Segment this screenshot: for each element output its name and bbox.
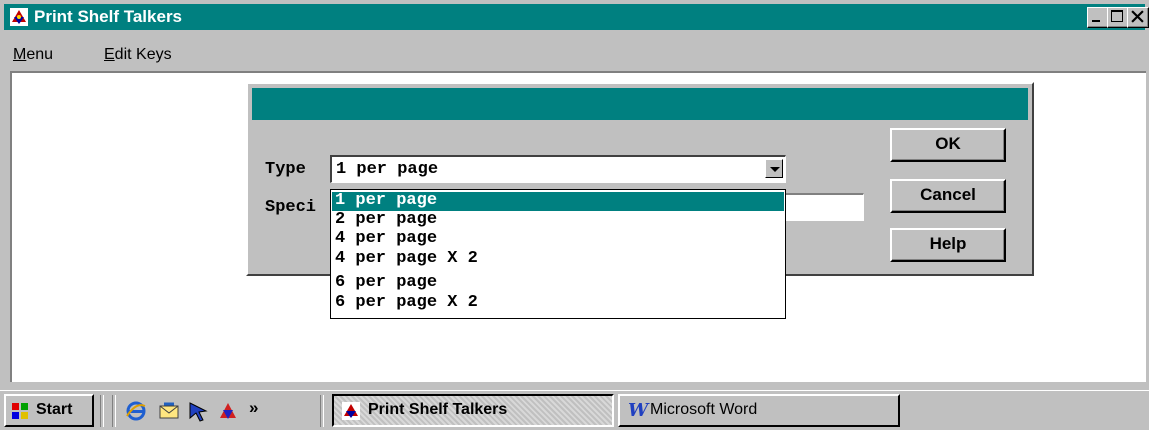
task-label: Print Shelf Talkers	[368, 401, 508, 418]
dropdown-option[interactable]: 4 per page X 2	[332, 250, 784, 269]
word-icon: W	[628, 400, 649, 421]
minimize-icon	[1092, 20, 1100, 22]
maximize-button[interactable]	[1107, 7, 1129, 28]
title-bar[interactable]: Print Shelf Talkers	[4, 4, 1149, 30]
outlook-icon[interactable]	[158, 400, 180, 422]
shelf-icon[interactable]	[217, 400, 239, 422]
ok-button[interactable]: OK	[890, 128, 1006, 162]
spec-input[interactable]	[780, 193, 864, 221]
type-select-value: 1 per page	[336, 160, 439, 179]
minimize-button[interactable]	[1087, 7, 1109, 28]
type-select[interactable]: 1 per page	[330, 155, 786, 183]
app-window: Print Shelf Talkers Menu Edit Keys Type …	[0, 0, 1149, 392]
window-title: Print Shelf Talkers	[34, 7, 183, 26]
shelf-talkers-icon	[342, 402, 360, 420]
pointer-icon[interactable]	[187, 400, 209, 422]
taskbar-separator	[320, 395, 324, 427]
type-dropdown-list: 1 per page 2 per page 4 per page 4 per p…	[330, 189, 786, 319]
cancel-button[interactable]: Cancel	[890, 179, 1006, 213]
chevron-down-icon[interactable]	[765, 159, 783, 178]
task-label: Microsoft Word	[650, 401, 758, 418]
taskbar-separator	[100, 395, 104, 427]
quick-launch-overflow[interactable]: »	[249, 398, 258, 418]
windows-logo-icon	[12, 403, 28, 419]
dialog-title-bar[interactable]	[252, 88, 1028, 120]
spec-label: Speci	[265, 198, 317, 217]
start-button[interactable]: Start	[4, 394, 94, 427]
menu-item-edit-keys[interactable]: Edit Keys	[104, 46, 172, 64]
task-button-microsoft-word[interactable]: W Microsoft Word	[618, 394, 900, 427]
dropdown-option[interactable]: 4 per page	[332, 230, 784, 249]
dropdown-option[interactable]: 6 per page X 2	[332, 294, 784, 313]
menu-item-menu[interactable]: Menu	[13, 46, 53, 64]
task-button-print-shelf-talkers[interactable]: Print Shelf Talkers	[332, 394, 614, 427]
internet-explorer-icon[interactable]	[125, 400, 147, 422]
dropdown-option[interactable]: 6 per page	[332, 274, 784, 293]
dropdown-option[interactable]: 2 per page	[332, 211, 784, 230]
taskbar-separator	[112, 395, 116, 427]
help-button[interactable]: Help	[890, 228, 1006, 262]
maximize-icon	[1111, 10, 1123, 22]
start-label: Start	[36, 401, 73, 418]
dropdown-option[interactable]: 1 per page	[332, 192, 784, 211]
close-icon	[1131, 10, 1144, 23]
close-button[interactable]	[1127, 7, 1149, 28]
taskbar: Start » Print Shelf Talkers W Microsoft …	[0, 390, 1149, 430]
type-label: Type	[265, 160, 306, 179]
shelf-talkers-icon	[10, 8, 28, 26]
